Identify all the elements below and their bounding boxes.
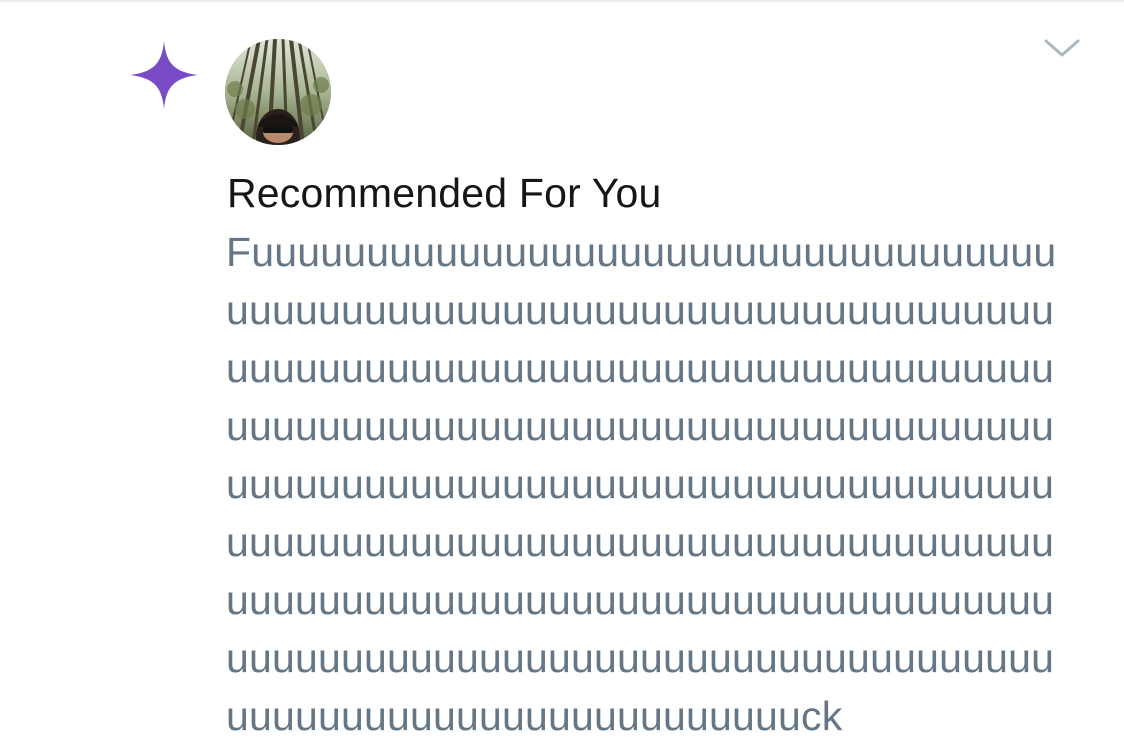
avatar[interactable] xyxy=(225,39,331,145)
top-divider xyxy=(0,0,1124,2)
tweet-text: Fuuuuuuuuuuuuuuuuuuuuuuuuuuuuuuuuuuuuuuu… xyxy=(226,229,1057,739)
sparkle-icon xyxy=(128,39,200,111)
notification-title: Recommended For You xyxy=(227,170,662,216)
chevron-down-icon[interactable] xyxy=(1041,34,1083,64)
